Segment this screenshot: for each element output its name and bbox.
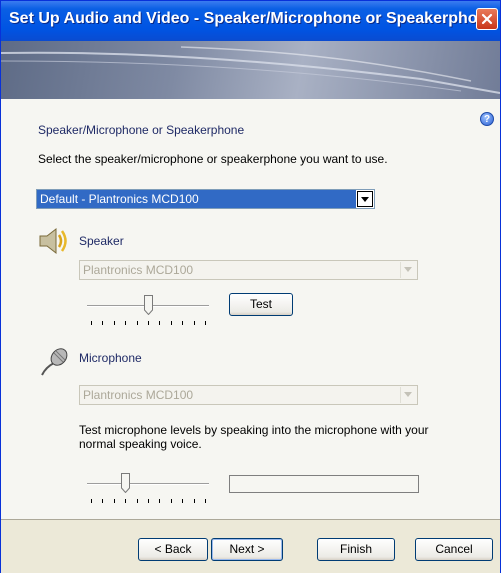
- slider-tick: [114, 321, 115, 325]
- test-button[interactable]: Test: [229, 293, 293, 316]
- next-button[interactable]: Next >: [211, 538, 283, 561]
- slider-tick: [205, 321, 206, 325]
- help-icon[interactable]: ?: [480, 112, 494, 126]
- slider-tick: [148, 499, 149, 503]
- setup-window: Set Up Audio and Video - Speaker/Microph…: [0, 0, 501, 573]
- page-heading: Speaker/Microphone or Speakerphone: [38, 123, 245, 137]
- slider-tick: [102, 499, 103, 503]
- microphone-icon: [38, 345, 70, 382]
- slider-thumb[interactable]: [121, 473, 130, 493]
- slider-tick: [148, 321, 149, 325]
- slider-tick: [182, 321, 183, 325]
- slider-tick: [205, 499, 206, 503]
- microphone-level-meter: [229, 475, 419, 493]
- slider-tick: [114, 499, 115, 503]
- slider-tick: [125, 499, 126, 503]
- header-banner: [1, 41, 500, 100]
- device-select[interactable]: Default - Plantronics MCD100: [36, 189, 375, 209]
- page-instruction: Select the speaker/microphone or speaker…: [38, 152, 388, 166]
- slider-tick: [91, 321, 92, 325]
- chevron-down-icon[interactable]: [357, 191, 373, 207]
- microphone-instruction-line1: Test microphone levels by speaking into …: [79, 423, 429, 437]
- microphone-label: Microphone: [79, 351, 142, 365]
- speaker-icon: [37, 226, 71, 259]
- slider-tick: [182, 499, 183, 503]
- slider-tick: [125, 321, 126, 325]
- slider-tick: [194, 321, 195, 325]
- speaker-volume-slider[interactable]: [87, 294, 213, 334]
- speaker-device-select[interactable]: Plantronics MCD100: [79, 260, 418, 280]
- close-icon: [481, 13, 493, 25]
- slider-tick: [137, 321, 138, 325]
- banner-art: [1, 46, 500, 94]
- slider-tick: [171, 321, 172, 325]
- slider-tick: [137, 499, 138, 503]
- slider-tick: [159, 321, 160, 325]
- speaker-label: Speaker: [79, 234, 124, 248]
- slider-tick: [159, 499, 160, 503]
- cancel-button[interactable]: Cancel: [415, 538, 493, 561]
- microphone-device-value: Plantronics MCD100: [83, 388, 194, 402]
- slider-tick: [102, 321, 103, 325]
- slider-tick: [171, 499, 172, 503]
- microphone-instruction-line2: normal speaking voice.: [79, 437, 202, 451]
- slider-track: [87, 483, 209, 485]
- slider-thumb[interactable]: [144, 295, 153, 315]
- back-button[interactable]: < Back: [138, 538, 208, 561]
- slider-tick: [194, 499, 195, 503]
- device-select-value: Default - Plantronics MCD100: [37, 190, 356, 208]
- microphone-volume-slider[interactable]: [87, 472, 213, 512]
- title-bar[interactable]: Set Up Audio and Video - Speaker/Microph…: [1, 1, 500, 41]
- finish-button[interactable]: Finish: [317, 538, 395, 561]
- slider-tick: [91, 499, 92, 503]
- chevron-down-icon: [400, 387, 416, 403]
- slider-ticks: [91, 321, 206, 326]
- slider-ticks: [91, 499, 206, 504]
- window-title: Set Up Audio and Video - Speaker/Microph…: [9, 10, 497, 27]
- speaker-device-value: Plantronics MCD100: [83, 263, 194, 277]
- microphone-device-select[interactable]: Plantronics MCD100: [79, 385, 418, 405]
- close-button[interactable]: [476, 8, 498, 30]
- chevron-down-icon: [400, 262, 416, 278]
